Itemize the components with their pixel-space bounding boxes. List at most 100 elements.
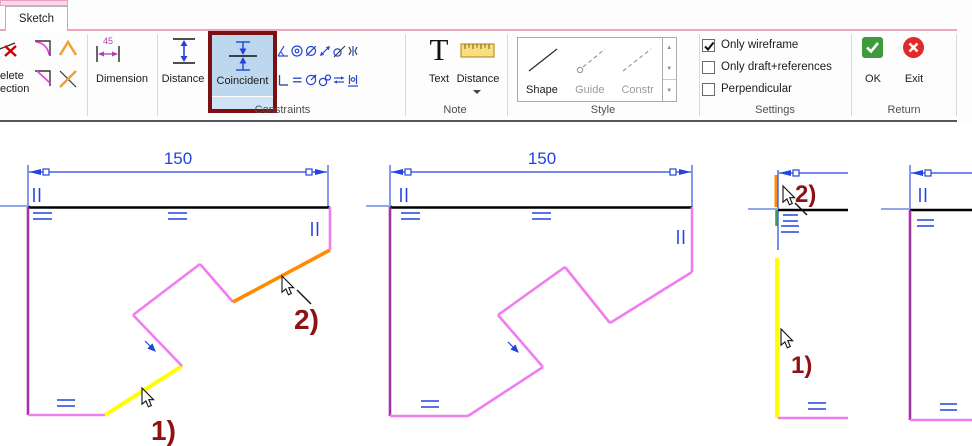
distance-note-dropdown-icon[interactable] bbox=[473, 90, 481, 94]
parallel-mark bbox=[920, 188, 926, 202]
dimension-arrow bbox=[315, 169, 327, 175]
app-window: Sketch elete ection 45 bbox=[0, 0, 972, 446]
parallel-icon[interactable] bbox=[332, 73, 346, 87]
horizontal-mark bbox=[781, 226, 799, 232]
midpoint-icon[interactable] bbox=[346, 73, 360, 87]
dimension-arrow bbox=[29, 169, 41, 175]
horizontal-mark bbox=[57, 400, 75, 406]
dimension-grip[interactable] bbox=[405, 169, 411, 175]
angle-icon[interactable] bbox=[276, 44, 290, 58]
cursor-icon bbox=[783, 186, 795, 205]
zigzag-edge[interactable] bbox=[498, 267, 565, 315]
checkbox-checked-icon bbox=[702, 39, 715, 52]
ribbon-right-border bbox=[956, 34, 957, 116]
gallery-expand[interactable]: ▼ bbox=[663, 79, 676, 101]
distance-constraint-button[interactable]: Distance bbox=[158, 73, 208, 85]
style-item-guide[interactable]: Guide bbox=[566, 38, 614, 101]
return-group-label: Return bbox=[851, 104, 957, 116]
zigzag-edge[interactable] bbox=[133, 315, 182, 366]
tangent-icon[interactable] bbox=[332, 44, 346, 58]
parallel-mark bbox=[401, 188, 407, 202]
dimension-value[interactable]: 150 bbox=[164, 149, 192, 168]
delete-section-label[interactable]: elete ection bbox=[0, 70, 29, 96]
direction-arrow-icon bbox=[508, 342, 518, 352]
style-group-label: Style bbox=[507, 104, 699, 116]
exit-button[interactable]: Exit bbox=[899, 73, 929, 85]
parallel-mark bbox=[34, 188, 40, 202]
dimension-grip[interactable] bbox=[670, 169, 676, 175]
ok-icon[interactable] bbox=[862, 37, 883, 58]
sketch-1: 150 bbox=[0, 149, 330, 446]
chamfer-cross-icon[interactable] bbox=[57, 68, 79, 90]
perpendicular-icon[interactable] bbox=[276, 73, 290, 87]
dimension-button[interactable]: Dimension bbox=[87, 73, 157, 85]
zigzag-edge[interactable] bbox=[498, 315, 543, 367]
distance-constraint-icon bbox=[169, 36, 199, 66]
coincident-button-label: Coincident bbox=[212, 75, 273, 87]
tangent-circles-icon[interactable] bbox=[318, 73, 332, 87]
ribbon-top-border bbox=[0, 29, 957, 31]
fillet-corner-icon[interactable] bbox=[32, 68, 54, 90]
checkbox-perpendicular[interactable]: Perpendicular bbox=[702, 81, 792, 97]
horizontal-mark bbox=[940, 404, 957, 410]
coincident-icon bbox=[226, 39, 260, 73]
settings-group-label: Settings bbox=[699, 104, 851, 116]
zigzag-edge[interactable] bbox=[565, 267, 610, 323]
svg-text:45: 45 bbox=[103, 36, 113, 46]
ok-button[interactable]: OK bbox=[858, 73, 888, 85]
checkbox-unchecked-icon bbox=[702, 61, 715, 74]
gallery-scroll-up[interactable]: ▲ bbox=[663, 38, 676, 59]
callout-1-label: 1) bbox=[151, 415, 176, 446]
horizontal-mark bbox=[917, 220, 934, 226]
horizontal-mark bbox=[401, 213, 420, 219]
dimension-value[interactable]: 150 bbox=[528, 149, 556, 168]
checkbox-only-wireframe[interactable]: Only wireframe bbox=[702, 37, 798, 53]
equal-icon[interactable] bbox=[290, 73, 304, 87]
cursor-icon bbox=[781, 329, 793, 348]
cursor-icon bbox=[142, 388, 154, 407]
gallery-scroll-down[interactable]: ▼ bbox=[663, 59, 676, 80]
dimension-grip[interactable] bbox=[306, 169, 312, 175]
chamfer-icon[interactable] bbox=[57, 38, 79, 60]
horizontal-mark bbox=[168, 213, 187, 219]
distance-note-button[interactable]: Distance bbox=[452, 73, 504, 85]
diameter-icon[interactable] bbox=[304, 44, 318, 58]
parallel-mark bbox=[312, 222, 318, 236]
style-item-shape[interactable]: Shape bbox=[518, 38, 566, 101]
trim-icon[interactable] bbox=[0, 38, 22, 58]
shape-line-icon bbox=[525, 45, 561, 75]
fix-icon[interactable] bbox=[318, 44, 332, 58]
dimension-icon: 45 bbox=[94, 34, 122, 64]
dimension-arrow bbox=[391, 169, 403, 175]
dimension-grip[interactable] bbox=[925, 170, 931, 176]
gallery-scrollbar: ▲ ▼ ▼ bbox=[662, 38, 676, 101]
zigzag-edge[interactable] bbox=[200, 264, 233, 302]
segment-2-after[interactable] bbox=[610, 272, 692, 323]
guide-line-icon bbox=[573, 45, 609, 75]
dimension-arrow bbox=[679, 169, 691, 175]
callout-2-label: 2) bbox=[294, 304, 319, 335]
style-item-constr[interactable]: Constr bbox=[614, 38, 662, 101]
ribbon: Sketch elete ection 45 bbox=[0, 0, 972, 122]
parallel-mark bbox=[678, 230, 684, 244]
cursor-icon bbox=[282, 276, 294, 295]
horizontal-mark bbox=[33, 213, 52, 219]
zigzag-edge[interactable] bbox=[133, 264, 200, 315]
callout-2-label: 2) bbox=[795, 181, 816, 208]
direction-arrow-icon bbox=[145, 341, 155, 351]
dimension-arrow bbox=[779, 170, 791, 176]
note-group-label: Note bbox=[405, 104, 505, 116]
dimension-grip[interactable] bbox=[43, 169, 49, 175]
dimension-grip[interactable] bbox=[793, 170, 799, 176]
radius-icon[interactable] bbox=[304, 73, 318, 87]
segment-1-after[interactable] bbox=[468, 367, 543, 416]
exit-icon[interactable] bbox=[903, 37, 924, 58]
symmetry-icon[interactable] bbox=[346, 44, 360, 58]
concentric-icon[interactable] bbox=[290, 44, 304, 58]
fillet-icon[interactable] bbox=[32, 38, 54, 60]
checkbox-only-draft-references[interactable]: Only draft+references bbox=[702, 59, 832, 75]
sketch-canvas[interactable]: 150 bbox=[0, 122, 972, 446]
tab-sketch[interactable]: Sketch bbox=[5, 6, 68, 31]
text-icon: T bbox=[424, 33, 454, 67]
coincident-button[interactable]: Coincident bbox=[208, 31, 277, 113]
